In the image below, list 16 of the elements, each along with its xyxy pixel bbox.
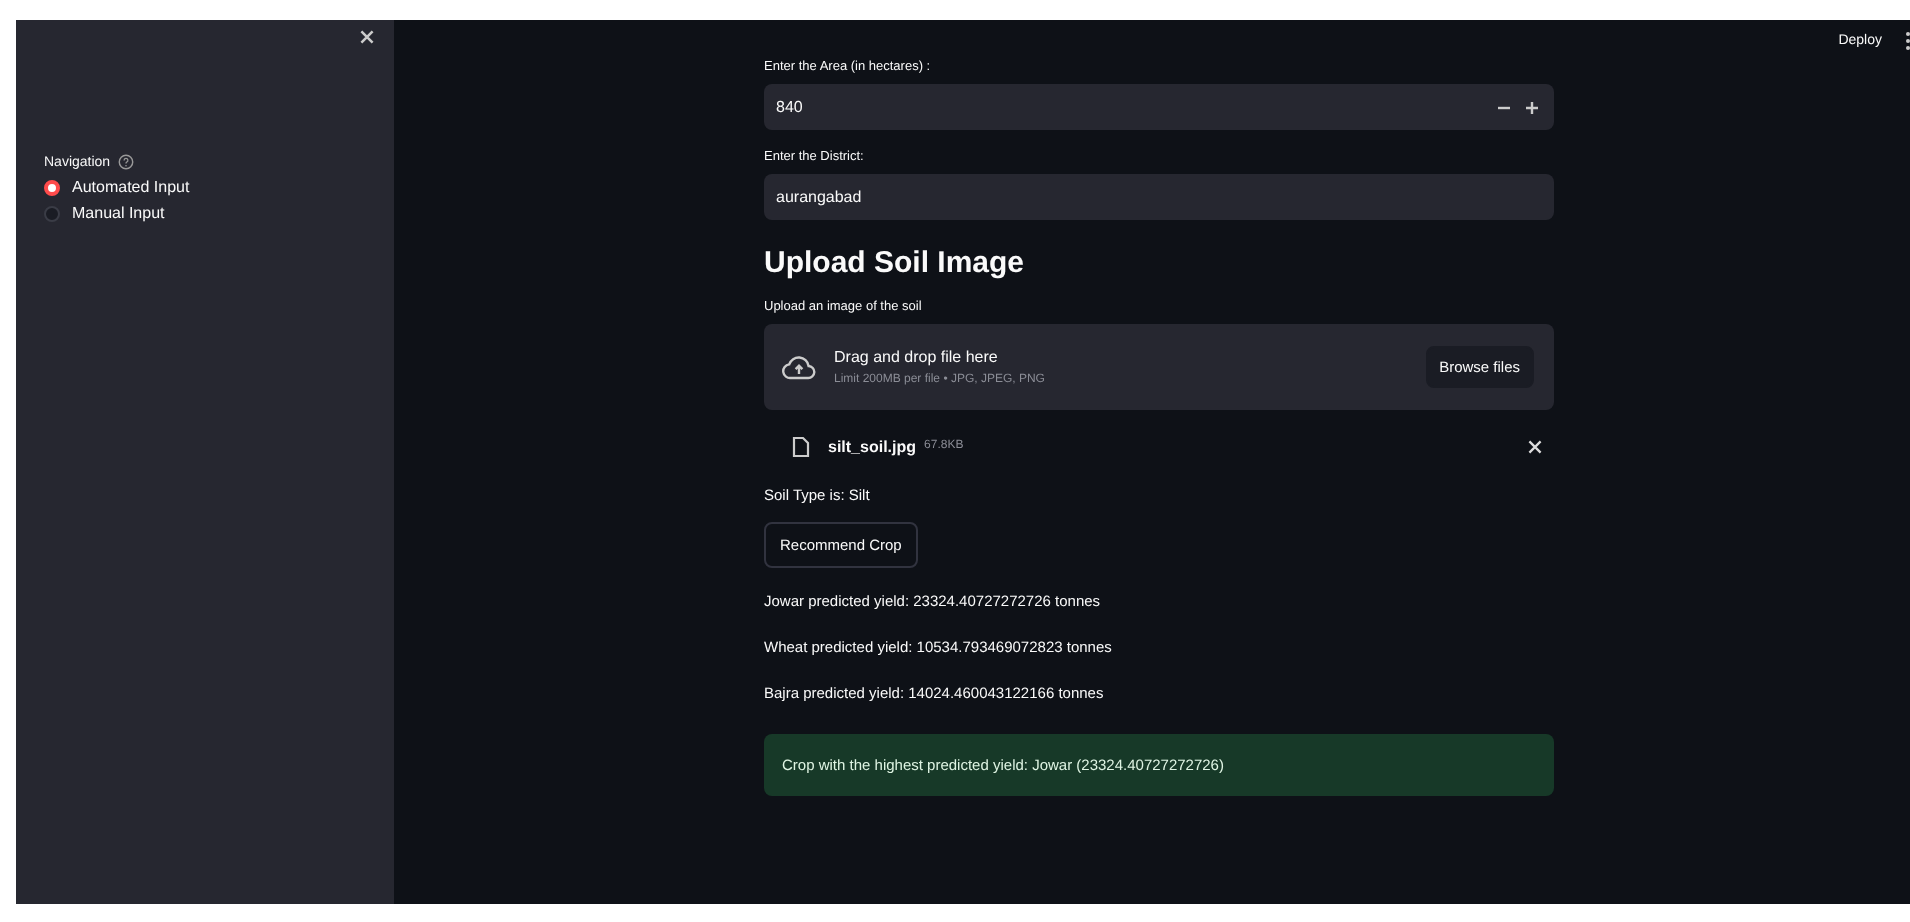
radio-label[interactable]: Automated Input [72, 178, 190, 196]
minus-icon[interactable] [1498, 101, 1510, 113]
close-icon[interactable] [360, 30, 374, 44]
district-field[interactable]: aurangabad [764, 174, 1554, 220]
close-icon[interactable] [1528, 439, 1542, 453]
file-name: silt_soil.jpg [828, 437, 917, 455]
file-icon [792, 435, 810, 457]
radio-label[interactable]: Manual Input [72, 204, 165, 222]
dropzone-prompt: Drag and drop file here [834, 348, 1000, 366]
area-number-field[interactable]: 840 [764, 84, 1554, 130]
radio-button[interactable] [44, 179, 60, 195]
cloud-upload-icon [782, 355, 816, 379]
section-heading: Upload Soil Image [764, 246, 1027, 280]
plus-icon[interactable] [1526, 101, 1538, 113]
help-icon[interactable] [118, 154, 135, 170]
radio-button[interactable] [44, 205, 60, 221]
